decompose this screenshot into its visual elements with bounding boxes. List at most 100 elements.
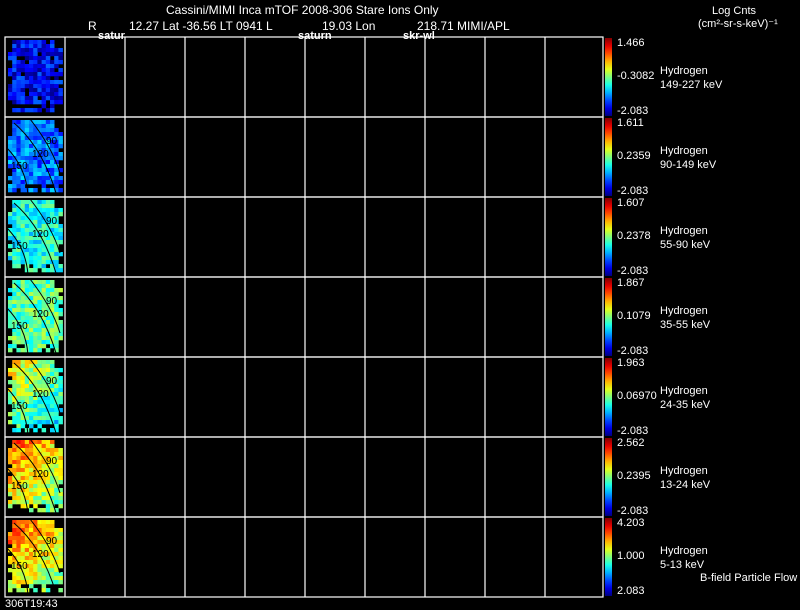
heatmap-cell xyxy=(50,524,55,529)
heatmap-cell xyxy=(24,312,30,317)
heatmap-cell xyxy=(16,92,21,97)
heatmap-cell xyxy=(41,496,47,501)
heatmap-cell xyxy=(12,532,17,537)
heatmap-cell xyxy=(33,400,38,405)
heatmap-cell xyxy=(24,464,30,469)
heatmap-cell xyxy=(41,180,47,185)
heatmap-cell xyxy=(37,200,42,205)
heatmap-cell xyxy=(33,164,38,169)
heatmap-cell xyxy=(41,568,47,573)
heatmap-cell xyxy=(16,464,21,469)
heatmap-cell xyxy=(54,168,59,173)
heatmap-cell xyxy=(58,496,63,501)
heatmap-cell xyxy=(29,88,34,93)
heatmap-cell xyxy=(12,292,17,297)
heatmap-cell xyxy=(58,296,63,301)
heatmap-cell xyxy=(50,284,55,289)
heatmap-cell xyxy=(37,224,42,229)
panel-frame xyxy=(4,196,604,278)
heatmap-cell xyxy=(16,48,21,53)
heatmap-cell xyxy=(24,288,30,293)
contour-label: 90 xyxy=(46,216,58,227)
heatmap-cell xyxy=(16,544,21,549)
heatmap-cell xyxy=(37,284,42,289)
heatmap-cell xyxy=(20,500,26,505)
heatmap-cell xyxy=(20,216,26,221)
heatmap-cell xyxy=(33,60,38,65)
heatmap-cell xyxy=(20,580,26,585)
heatmap-cell xyxy=(58,376,63,381)
heatmap-cell xyxy=(16,180,21,185)
heatmap-cell xyxy=(24,204,30,209)
heatmap-cell xyxy=(37,324,42,329)
heatmap-cell xyxy=(37,336,42,341)
heatmap-cell xyxy=(33,88,38,93)
heatmap-cell xyxy=(16,336,21,341)
heatmap-cell xyxy=(58,528,63,533)
heatmap-cell xyxy=(16,372,21,377)
heatmap-cell xyxy=(24,224,30,229)
heatmap-cell xyxy=(41,444,47,449)
heatmap-cell xyxy=(58,288,63,293)
heatmap-cell xyxy=(33,420,38,425)
heatmap-cell xyxy=(29,292,34,297)
colorbar xyxy=(605,438,612,516)
heatmap-cell xyxy=(16,40,21,45)
heatmap-cell xyxy=(16,68,21,73)
heatmap-cell xyxy=(41,520,47,525)
heatmap-cell xyxy=(29,48,34,53)
heatmap-cell xyxy=(24,68,30,73)
heatmap-cell xyxy=(24,156,30,161)
heatmap-cell xyxy=(33,92,38,97)
heatmap-cell xyxy=(33,492,38,497)
heatmap-cell xyxy=(24,332,30,337)
heatmap-cell xyxy=(37,524,42,529)
heatmap-cell xyxy=(33,496,38,501)
heatmap-cell xyxy=(58,572,63,577)
heatmap-cell xyxy=(54,96,59,101)
heatmap-cell xyxy=(20,380,26,385)
heatmap-cell xyxy=(29,56,34,61)
heatmap-cell xyxy=(41,332,47,337)
heatmap-cell xyxy=(41,360,47,365)
heatmap-cell xyxy=(16,440,21,445)
heatmap-cell xyxy=(24,388,30,393)
heatmap-cell xyxy=(16,388,21,393)
heatmap-cell xyxy=(24,140,30,145)
heatmap-cell xyxy=(37,404,42,409)
heatmap-cell xyxy=(45,56,51,61)
heatmap-cell xyxy=(24,476,30,481)
heatmap-cell xyxy=(54,88,59,93)
heatmap-cell xyxy=(16,264,21,269)
heatmap-cell xyxy=(8,84,13,89)
heatmap-cell xyxy=(33,76,38,81)
heatmap-cell xyxy=(24,572,30,577)
heatmap-cell xyxy=(12,308,17,313)
heatmap-cell xyxy=(41,336,47,341)
heatmap-cell xyxy=(37,568,42,573)
heatmap-cell xyxy=(58,540,63,545)
heatmap-cell xyxy=(16,152,21,157)
heatmap-cell xyxy=(45,256,51,261)
heatmap-cell xyxy=(54,492,59,497)
heatmap-cell xyxy=(24,472,30,477)
heatmap-cell xyxy=(8,492,13,497)
heatmap-cell xyxy=(12,108,17,113)
heatmap-cell xyxy=(8,304,13,309)
heatmap-cell xyxy=(20,96,26,101)
heatmap-cell xyxy=(58,576,63,581)
heatmap-cell xyxy=(58,556,63,561)
heatmap-cell xyxy=(37,496,42,501)
heatmap-cell xyxy=(24,280,30,285)
heatmap-cell xyxy=(41,572,47,577)
heatmap-cell xyxy=(33,572,38,577)
heatmap-cell xyxy=(29,480,34,485)
heatmap-cell xyxy=(24,80,30,85)
heatmap-cell xyxy=(41,104,47,109)
heatmap-cell xyxy=(45,72,51,77)
heatmap-cell xyxy=(37,492,42,497)
heatmap-cell xyxy=(33,80,38,85)
heatmap-cell xyxy=(37,572,42,577)
panel-frame xyxy=(4,276,604,358)
colorbar-mid-label: -0.3082 xyxy=(617,70,655,82)
